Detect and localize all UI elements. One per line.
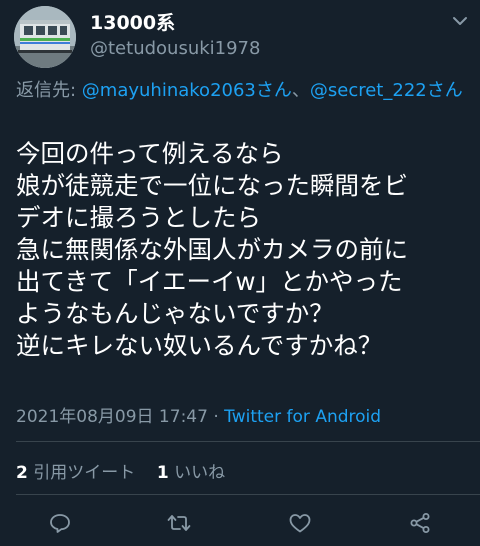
likes-stat[interactable]: 1 いいね (157, 463, 225, 483)
tweet-stats: 2 引用ツイート 1 いいね (16, 458, 225, 483)
like-icon[interactable] (284, 508, 316, 538)
tweet-line: デオに撮ろうとしたら (16, 203, 261, 232)
reply-icon[interactable] (44, 508, 76, 538)
tweet-line: 今回の件って例えるなら (16, 139, 284, 168)
tweet-line: 出てきて「イエーイw」とかやった (16, 267, 403, 296)
reply-to-line: 返信先: @mayuhinako2063さん、@secret_222さん (16, 78, 466, 104)
source-link[interactable]: Twitter for Android (224, 407, 381, 427)
retweet-icon[interactable] (163, 508, 195, 538)
tweet-text: 今回の件って例えるなら 娘が徒競走で一位になった瞬間をビ デオに撮ろうとしたら … (16, 138, 471, 362)
tweet-line: ようなもんじゃないですか？ (16, 299, 334, 328)
meta-separator: · (207, 407, 225, 427)
tweet-line: 急に無関係な外国人がカメラの前に (16, 235, 408, 264)
display-name[interactable]: 13000系 (90, 8, 175, 35)
mention-separator: 、 (291, 80, 310, 101)
user-handle[interactable]: @tetudousuki1978 (90, 38, 260, 59)
mention-link-1[interactable]: @mayuhinako2063さん (82, 80, 292, 101)
more-icon[interactable] (446, 12, 474, 34)
share-icon[interactable] (404, 508, 436, 538)
tweet-line: 娘が徒競走で一位になった瞬間をビ (16, 171, 408, 200)
reply-prefix: 返信先: (16, 80, 82, 101)
action-bar (0, 508, 480, 538)
mention-link-2[interactable]: @secret_222さん (310, 80, 463, 101)
likes-label: いいね (174, 463, 226, 483)
divider (16, 494, 480, 495)
quote-tweets-stat[interactable]: 2 引用ツイート (16, 463, 135, 483)
divider (16, 441, 480, 442)
quote-tweets-label: 引用ツイート (33, 463, 136, 483)
tweet-line: 逆にキレない奴いるんですかね？ (16, 331, 383, 360)
avatar[interactable] (14, 6, 76, 68)
likes-count: 1 (156, 463, 169, 483)
tweet-meta: 2021年08月09日 17:47 · Twitter for Android (16, 402, 381, 427)
timestamp[interactable]: 2021年08月09日 17:47 (16, 407, 208, 427)
quote-tweets-count: 2 (16, 463, 28, 483)
train-avatar-image (14, 6, 76, 68)
